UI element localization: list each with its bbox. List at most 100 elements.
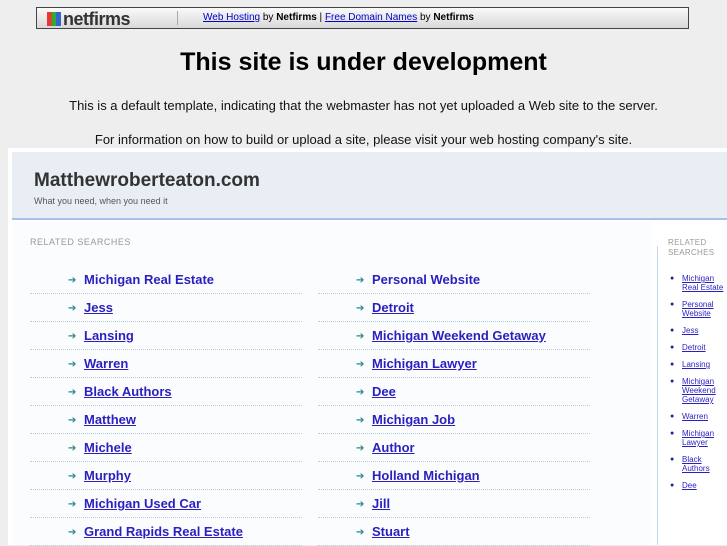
related-search-item: ➔ Holland Michigan: [318, 462, 590, 490]
related-search-item: ➔ Michigan Weekend Getaway: [318, 322, 590, 350]
sidebar-item: ● Lansing: [670, 360, 724, 369]
arrow-icon: ➔: [68, 387, 77, 398]
related-search-link[interactable]: Stuart: [372, 524, 410, 539]
related-search-item: ➔ Jess: [30, 294, 302, 322]
bullet-icon: ●: [670, 482, 675, 489]
bullet-icon: ●: [670, 301, 675, 308]
arrow-icon: ➔: [356, 303, 365, 314]
arrow-icon: ➔: [356, 527, 365, 538]
related-search-link[interactable]: Black Authors: [84, 384, 172, 399]
netfirms-banner: netfirms Web Hosting by Netfirms | Free …: [36, 7, 689, 29]
sidebar-link[interactable]: Lansing: [682, 360, 710, 369]
related-search-link[interactable]: Murphy: [84, 468, 131, 483]
related-search-link[interactable]: Holland Michigan: [372, 468, 480, 483]
arrow-icon: ➔: [356, 359, 365, 370]
related-search-link[interactable]: Grand Rapids Real Estate: [84, 524, 243, 539]
sidebar-item: ● Detroit: [670, 343, 724, 352]
related-search-link[interactable]: Michigan Used Car: [84, 496, 201, 511]
arrow-icon: ➔: [356, 499, 365, 510]
related-search-link[interactable]: Jill: [372, 496, 390, 511]
related-search-item: ➔ Stuart: [318, 518, 590, 546]
divider: [177, 11, 178, 25]
bullet-icon: ●: [670, 430, 675, 437]
related-search-item: ➔ Michele: [30, 434, 302, 462]
default-template-text: This is a default template, indicating t…: [69, 98, 658, 113]
netfirms-logo[interactable]: netfirms: [47, 9, 131, 30]
arrow-icon: ➔: [68, 359, 77, 370]
bullet-icon: ●: [670, 413, 675, 420]
related-search-link[interactable]: Author: [372, 440, 415, 455]
related-search-link[interactable]: Jess: [84, 300, 113, 315]
arrow-icon: ➔: [356, 471, 365, 482]
related-search-item: ➔ Matthew: [30, 406, 302, 434]
sidebar-link[interactable]: Michigan Weekend Getaway: [682, 377, 716, 404]
sidebar-list: ● Michigan Real Estate ● Personal Website ● J…: [670, 274, 724, 498]
related-right-column: ➔ Personal Website ➔ Detroit ➔ Michigan Weeke…: [318, 266, 590, 546]
related-search-link[interactable]: Detroit: [372, 300, 414, 315]
related-search-link[interactable]: Personal Website: [372, 272, 480, 287]
related-search-item: ➔ Black Authors: [30, 378, 302, 406]
arrow-icon: ➔: [68, 443, 77, 454]
related-search-item: ➔ Michigan Job: [318, 406, 590, 434]
arrow-icon: ➔: [68, 331, 77, 342]
sidebar-link[interactable]: Personal Website: [682, 300, 714, 318]
related-search-link[interactable]: Warren: [84, 356, 128, 371]
arrow-icon: ➔: [68, 275, 77, 286]
bullet-icon: ●: [670, 456, 675, 463]
arrow-icon: ➔: [68, 527, 77, 538]
related-search-item: ➔ Detroit: [318, 294, 590, 322]
related-search-link[interactable]: Michele: [84, 440, 132, 455]
site-tagline: What you need, when you need it: [34, 196, 168, 206]
related-sidebar: RELATED SEARCHES ● Michigan Real Estate ● P…: [657, 238, 727, 545]
related-searches-label: RELATED SEARCHES: [30, 237, 131, 247]
arrow-icon: ➔: [68, 415, 77, 426]
related-search-item: ➔ Lansing: [30, 322, 302, 350]
arrow-icon: ➔: [356, 443, 365, 454]
bullet-icon: ●: [670, 378, 675, 385]
related-search-link[interactable]: Michigan Weekend Getaway: [372, 328, 546, 343]
related-search-item: ➔ Murphy: [30, 462, 302, 490]
sidebar-item: ● Michigan Lawyer: [670, 429, 724, 447]
sidebar-link[interactable]: Black Authors: [682, 455, 710, 473]
parked-header: Matthewroberteaton.com What you need, wh…: [12, 152, 727, 220]
related-search-link[interactable]: Michigan Job: [372, 412, 455, 427]
sidebar-link[interactable]: Michigan Real Estate: [682, 274, 723, 292]
related-search-link[interactable]: Matthew: [84, 412, 136, 427]
sidebar-link[interactable]: Detroit: [682, 343, 706, 352]
web-hosting-link[interactable]: Web Hosting: [203, 12, 260, 23]
related-search-item: ➔ Author: [318, 434, 590, 462]
sidebar-item: ● Michigan Weekend Getaway: [670, 377, 724, 404]
arrow-icon: ➔: [68, 303, 77, 314]
banner-links: Web Hosting by Netfirms | Free Domain Na…: [203, 12, 474, 23]
sidebar-item: ● Personal Website: [670, 300, 724, 318]
related-search-item: ➔ Michigan Used Car: [30, 490, 302, 518]
free-domain-names-link[interactable]: Free Domain Names: [325, 12, 417, 23]
related-search-item: ➔ Dee: [318, 378, 590, 406]
info-text: For information on how to build or uploa…: [94, 132, 633, 147]
sidebar-item: ● Michigan Real Estate: [670, 274, 724, 292]
bullet-icon: ●: [670, 327, 675, 334]
related-search-item: ➔ Michigan Lawyer: [318, 350, 590, 378]
related-search-link[interactable]: Lansing: [84, 328, 134, 343]
parked-page-frame: Matthewroberteaton.com What you need, wh…: [8, 148, 727, 546]
related-search-link[interactable]: Michigan Real Estate: [84, 272, 214, 287]
bullet-icon: ●: [670, 275, 675, 282]
arrow-icon: ➔: [68, 471, 77, 482]
related-search-link[interactable]: Michigan Lawyer: [372, 356, 477, 371]
sidebar-link[interactable]: Michigan Lawyer: [682, 429, 714, 447]
page-title: This site is under development: [180, 48, 547, 76]
related-search-link[interactable]: Dee: [372, 384, 396, 399]
bullet-icon: ●: [670, 361, 675, 368]
arrow-icon: ➔: [356, 331, 365, 342]
site-name: Matthewroberteaton.com: [34, 170, 260, 191]
netfirms-logo-icon: [47, 12, 61, 26]
related-search-item: ➔ Warren: [30, 350, 302, 378]
related-search-item: ➔ Jill: [318, 490, 590, 518]
sidebar-link[interactable]: Warren: [682, 412, 708, 421]
sidebar-item: ● Jess: [670, 326, 724, 335]
sidebar-link[interactable]: Dee: [682, 481, 697, 490]
related-search-item: ➔ Grand Rapids Real Estate: [30, 518, 302, 546]
related-search-item: ➔ Michigan Real Estate: [30, 266, 302, 294]
sidebar-link[interactable]: Jess: [682, 326, 698, 335]
sidebar-item: ● Warren: [670, 412, 724, 421]
